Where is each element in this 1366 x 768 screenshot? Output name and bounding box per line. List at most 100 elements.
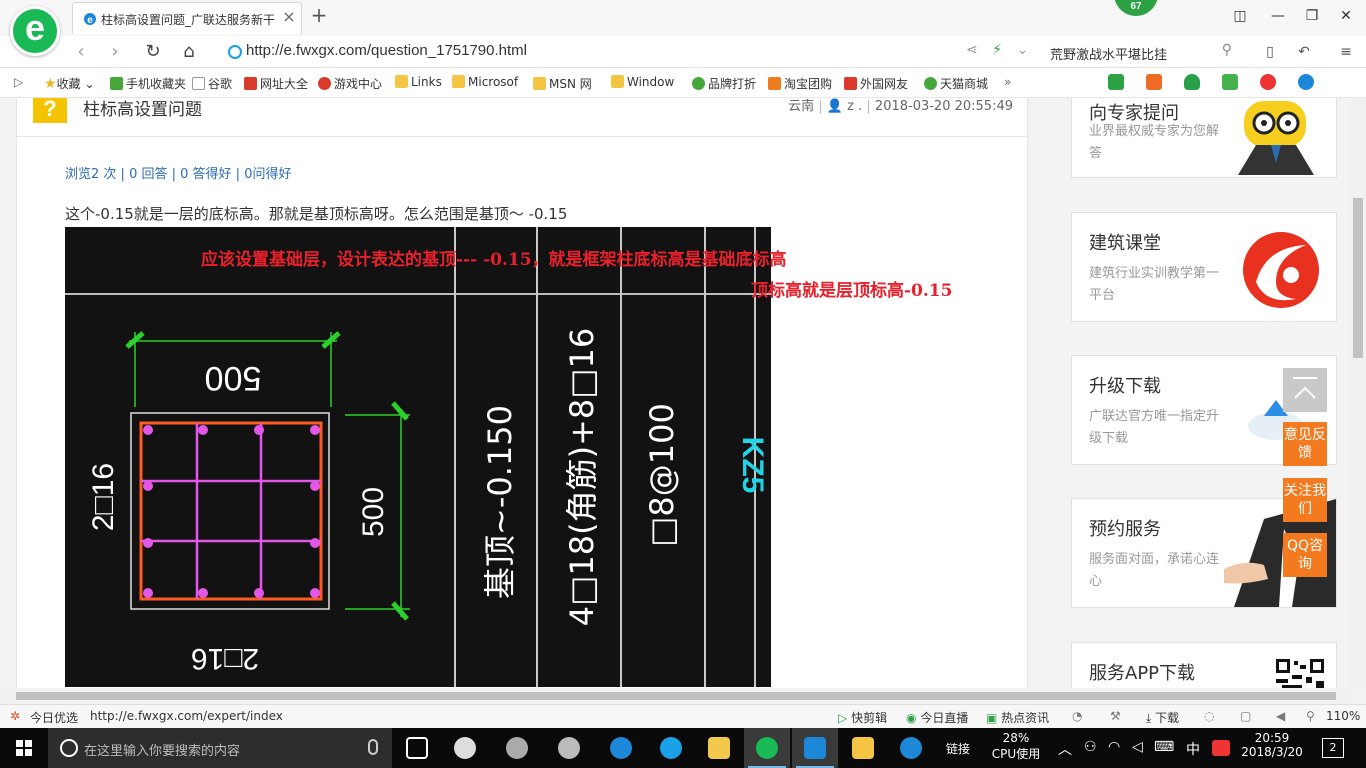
back-to-top-button[interactable]	[1283, 368, 1327, 412]
windows-taskbar: 在这里输入你要搜索的内容 链接 28% CPU使用 ︿ ⚇ ◠ ◁ ⌨ 中 20…	[0, 728, 1366, 768]
zoom-icon[interactable]: ⚲	[1306, 709, 1315, 723]
menu-icon[interactable]: ≡	[1336, 44, 1356, 62]
taskbar-search[interactable]: 在这里输入你要搜索的内容	[48, 728, 392, 768]
tools-icon[interactable]: ⚒	[1110, 709, 1121, 723]
microphone-icon[interactable]	[368, 739, 378, 755]
favorite-item[interactable]: 品牌打折	[692, 75, 756, 91]
home-button[interactable]: ⌂	[176, 40, 202, 64]
url-text[interactable]: http://e.fwxgx.com/question_1751790.html	[246, 42, 527, 59]
forward-button[interactable]: ›	[102, 40, 128, 64]
good-questions-count[interactable]: 0问得好	[244, 167, 291, 182]
sound-icon[interactable]: ◀	[1276, 709, 1285, 723]
favorite-item[interactable]: Microsof	[452, 75, 518, 91]
links-toolbar[interactable]: 链接	[946, 740, 970, 768]
people-icon[interactable]: ⚇	[1084, 739, 1097, 768]
answers-count[interactable]: 0 回答	[129, 167, 167, 182]
favorite-item[interactable]: 谷歌	[192, 75, 232, 91]
skin-icon[interactable]: ◫	[1228, 6, 1252, 26]
favorite-item[interactable]: 网址大全	[244, 75, 308, 91]
search-tool-icon[interactable]	[1298, 74, 1314, 90]
tray-expand-icon[interactable]: ︿	[1058, 739, 1072, 768]
taskbar-app-notes[interactable]	[840, 728, 886, 768]
refresh-button[interactable]: ↻	[140, 40, 166, 64]
folder-icon	[452, 75, 465, 88]
play-icon: ◉	[906, 711, 917, 725]
taskbar-app-edge[interactable]	[598, 728, 644, 768]
sidebar-card-ask-expert[interactable]: 向专家提问 业界最权威专家为您解答	[1071, 98, 1337, 178]
follow-us-button[interactable]: 关注我们	[1283, 478, 1327, 522]
live-button[interactable]: ◉ 今日直播	[906, 709, 968, 726]
notification-center-button[interactable]: 2	[1322, 738, 1344, 758]
scroll-thumb[interactable]	[1353, 198, 1363, 358]
sidebar-card-app[interactable]: 服务APP下载	[1071, 642, 1337, 688]
tab-close-icon[interactable]: ×	[281, 9, 297, 25]
user-name[interactable]: z .	[847, 99, 862, 114]
sidebar-toggle-icon[interactable]: ▷	[14, 75, 23, 91]
taskbar-app-g[interactable]	[888, 728, 934, 768]
taskbar-app-ie-grey[interactable]	[494, 728, 540, 768]
feedback-button[interactable]: 意见反馈	[1283, 422, 1327, 466]
taskbar-app-360[interactable]	[546, 728, 592, 768]
close-window-button[interactable]: ✕	[1334, 6, 1358, 26]
url-bar[interactable]: http://e.fwxgx.com/question_1751790.html…	[228, 40, 1036, 64]
browser-logo-icon[interactable]	[10, 6, 60, 56]
cleanup-icon[interactable]: ◌	[1204, 709, 1214, 723]
search-text[interactable]: 荒野激战水平堪比挂	[1050, 44, 1167, 63]
undo-icon[interactable]: ↶	[1294, 44, 1314, 62]
good-answers-count[interactable]: 0 答得好	[180, 167, 231, 182]
new-tab-button[interactable]: +	[308, 4, 330, 26]
wifi-icon[interactable]: ◠	[1108, 739, 1120, 768]
favorite-item[interactable]: 外国网友	[844, 75, 908, 91]
speed-mode-icon[interactable]: ⚡	[992, 42, 1002, 58]
back-button[interactable]: ‹	[68, 40, 94, 64]
more-favorites-icon[interactable]: »	[1004, 75, 1011, 91]
restore-button[interactable]: ❐	[1300, 6, 1324, 26]
horizontal-scrollbar[interactable]	[0, 688, 1350, 704]
translate-icon[interactable]	[1222, 74, 1238, 90]
book-icon[interactable]	[1108, 74, 1124, 90]
scroll-thumb[interactable]	[16, 692, 1336, 700]
taskbar-app-ie[interactable]	[648, 728, 694, 768]
task-view-button[interactable]	[394, 728, 440, 768]
today-picks-link[interactable]: 今日优选	[30, 709, 78, 726]
favorite-item[interactable]: 游戏中心	[318, 75, 382, 91]
taskbar-app-browser[interactable]	[744, 728, 790, 768]
scissors-icon[interactable]	[1260, 74, 1276, 90]
sidebar-card-course[interactable]: 建筑课堂 建筑行业实训教学第一平台	[1071, 212, 1337, 322]
vertical-scrollbar[interactable]	[1350, 98, 1366, 688]
tv-icon[interactable]	[1146, 74, 1162, 90]
sogou-icon[interactable]	[1212, 740, 1230, 756]
window-icon[interactable]: ▢	[1240, 709, 1251, 723]
favorite-item[interactable]: ★收藏 ⌄	[44, 75, 94, 92]
clip-button[interactable]: ▷ 快剪辑	[838, 709, 887, 726]
taskbar-app-pinwheel[interactable]	[442, 728, 488, 768]
zoom-level[interactable]: 110%	[1326, 709, 1360, 723]
notification-badge[interactable]: 67	[1114, 0, 1158, 16]
favorite-item[interactable]: Links	[395, 75, 442, 91]
favorite-item[interactable]: 淘宝团购	[768, 75, 832, 91]
taskbar-app-explorer[interactable]	[696, 728, 742, 768]
news-button[interactable]: ▣ 热点资讯	[986, 709, 1049, 726]
start-button[interactable]	[0, 728, 48, 768]
ime-indicator[interactable]: 中	[1186, 739, 1200, 768]
search-box[interactable]: 荒野激战水平堪比挂 ⚲	[1050, 40, 1240, 64]
question-datetime: 2018-03-20 20:55:49	[874, 99, 1013, 114]
phone-icon[interactable]: ▯	[1260, 44, 1280, 62]
shield-icon[interactable]	[1184, 74, 1200, 90]
share-icon[interactable]: ⋖	[966, 42, 978, 58]
clock[interactable]: 20:59 2018/3/20	[1240, 728, 1304, 768]
browser-tab[interactable]: e 柱标高设置问题_广联达服务新干 ×	[72, 2, 302, 34]
download-button[interactable]: ⤓ 下载	[1146, 709, 1179, 726]
favorite-item[interactable]: Window	[611, 75, 674, 91]
keyboard-icon[interactable]: ⌨	[1154, 739, 1174, 768]
speed-icon[interactable]: ◔	[1072, 709, 1082, 723]
search-icon[interactable]: ⚲	[1222, 42, 1232, 58]
favorite-item[interactable]: 天猫商城	[924, 75, 988, 91]
volume-icon[interactable]: ◁	[1132, 739, 1143, 768]
favorite-item[interactable]: 手机收藏夹	[110, 75, 186, 91]
qq-consult-button[interactable]: QQ咨询	[1283, 533, 1327, 577]
chevron-down-icon[interactable]: ⌄	[1016, 42, 1028, 58]
minimize-button[interactable]: —	[1266, 6, 1290, 26]
favorite-item[interactable]: MSN 网	[533, 75, 592, 91]
taskbar-app-glodon[interactable]	[792, 728, 838, 768]
